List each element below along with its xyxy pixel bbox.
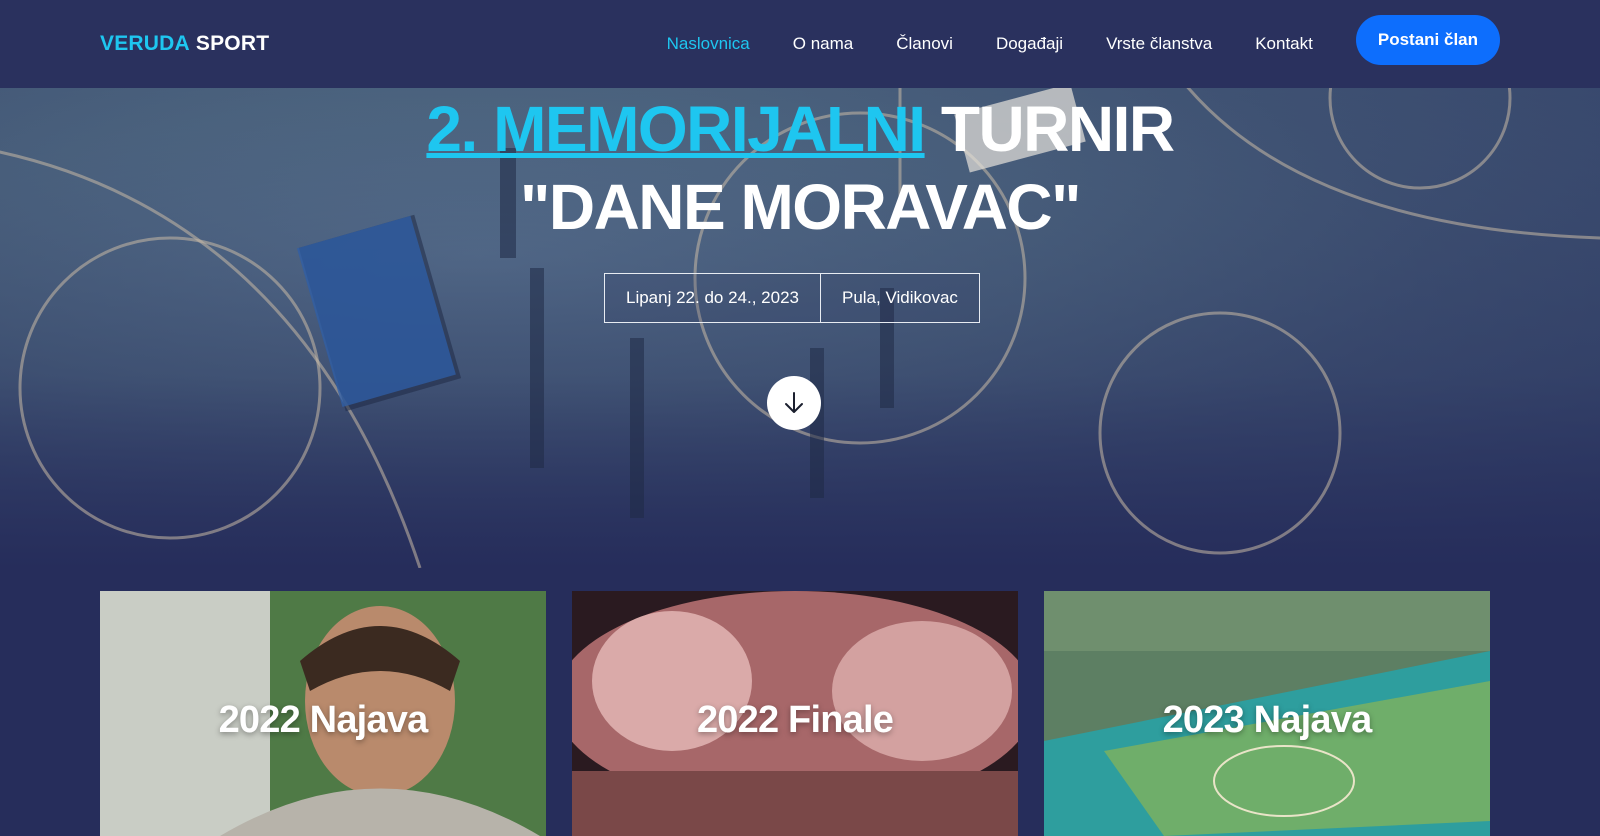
brand-part1: VERUDA	[100, 32, 190, 55]
event-meta: Lipanj 22. do 24., 2023 Pula, Vidikovac	[604, 273, 980, 323]
main-nav: Naslovnica O nama Članovi Događaji Vrste…	[624, 15, 1500, 65]
card-label: 2022 Najava	[218, 699, 429, 741]
arrow-down-icon	[785, 392, 803, 413]
hero-title-rest: TURNIR	[940, 93, 1175, 165]
nav-link-clanovi[interactable]: Članovi	[896, 34, 953, 54]
card-2022-finale[interactable]: 2022 Finale	[572, 591, 1018, 836]
nav-link-dogadaji[interactable]: Događaji	[996, 34, 1063, 54]
nav-link-o-nama[interactable]: O nama	[793, 34, 853, 54]
brand-part2: SPORT	[195, 32, 270, 55]
card-label: 2023 Najava	[1162, 699, 1373, 741]
event-location: Pula, Vidikovac	[820, 273, 980, 323]
nav-link-naslovnica[interactable]: Naslovnica	[667, 34, 750, 54]
event-date: Lipanj 22. do 24., 2023	[604, 273, 821, 323]
card-label: 2022 Finale	[696, 699, 894, 741]
nav-link-vrste-clanstva[interactable]: Vrste članstva	[1106, 34, 1212, 54]
card-2023-najava[interactable]: 2023 Najava	[1044, 591, 1490, 836]
card-2022-najava[interactable]: 2022 Najava	[100, 591, 546, 836]
nav-link-kontakt[interactable]: Kontakt	[1255, 34, 1313, 54]
hero-title: 2. MEMORIJALNI TURNIR "DANE MORAVAC"	[0, 90, 1600, 246]
event-cards: 2022 Najava 2022 Finale 2023 Najava	[100, 591, 1490, 836]
hero-title-line2: "DANE MORAVAC"	[520, 171, 1081, 243]
hero-section: 2. MEMORIJALNI TURNIR "DANE MORAVAC" Lip…	[0, 88, 1600, 568]
navbar: VERUDA SPORT Naslovnica O nama Članovi Do…	[0, 0, 1600, 88]
scroll-down-button[interactable]	[767, 376, 821, 430]
join-button[interactable]: Postani član	[1355, 15, 1500, 65]
hero-title-highlight[interactable]: 2. MEMORIJALNI	[426, 93, 926, 165]
brand-logo[interactable]: VERUDA SPORT	[100, 32, 269, 56]
